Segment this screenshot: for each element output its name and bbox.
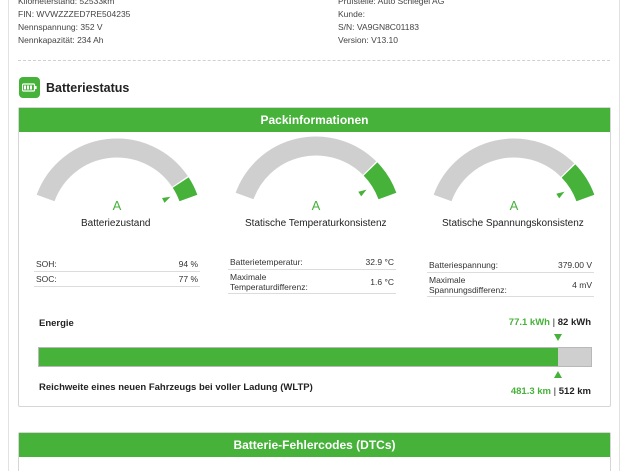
battery-temperature-value: 32.9 °C (365, 256, 394, 267)
gauge-label-temperature: Statische Temperaturkonsistenz (245, 218, 387, 229)
soh-key: SOH: (36, 259, 57, 269)
gauge-track (235, 136, 377, 200)
gauge-temperature-consistency (235, 136, 397, 200)
dtc-header: Batterie-Fehlercodes (DTCs) (19, 433, 610, 457)
table-row: SOH: 94 % (34, 257, 200, 272)
gauge-voltage-consistency (433, 138, 595, 202)
dtc-panel: Batterie-Fehlercodes (DTCs) (18, 432, 611, 471)
range-marker-icon (553, 371, 562, 378)
gauge-track (433, 138, 575, 202)
energy-current: 77.1 kWh (508, 317, 550, 328)
energy-separator: | (552, 317, 556, 328)
table-row: Maximale Temperaturdifferenz: 1.6 °C (228, 270, 396, 294)
max-voltage-diff-value: 4 mV (572, 279, 592, 290)
gauge-fill (172, 177, 198, 202)
table-row: Batteriespannung: 379.00 V (427, 257, 594, 273)
gauge-fill (561, 164, 595, 202)
voltage-table: Batteriespannung: 379.00 V Maximale Span… (427, 257, 594, 297)
energy-label: Energie (39, 318, 74, 329)
max-temperature-diff-value: 1.6 °C (370, 276, 394, 287)
gauge-pointer-icon (358, 189, 367, 197)
energy-marker-icon (553, 334, 562, 341)
energy-bar (38, 347, 592, 367)
range-total: 512 km (558, 386, 591, 397)
range-label: Reichweite eines neuen Fahrzeugs bei vol… (39, 382, 313, 393)
gauge-grade-battery-health: A (112, 198, 122, 213)
soc-key: SOC: (36, 274, 57, 284)
gauge-label-battery-health: Batteriezustand (81, 218, 151, 229)
table-row: SOC: 77 % (34, 272, 200, 287)
gauge-label-voltage: Statische Spannungskonsistenz (442, 218, 584, 229)
gauge-grade-voltage: A (509, 198, 519, 213)
energy-value: 77.1 kWh | 82 kWh (509, 317, 591, 328)
soh-value: 94 % (178, 259, 198, 269)
gauge-pointer-icon (162, 196, 171, 203)
battery-voltage-key: Batteriespannung: (429, 259, 498, 270)
soc-value: 77 % (178, 274, 198, 284)
gauge-battery-health (36, 138, 198, 203)
temperature-table: Batterietemperatur: 32.9 °C Maximale Tem… (228, 254, 396, 294)
battery-voltage-value: 379.00 V (557, 259, 592, 270)
table-row: Maximale Spannungsdifferenz: 4 mV (427, 273, 594, 297)
gauge-grade-temperature: A (311, 198, 321, 213)
range-value: 481.3 km | 512 km (511, 386, 591, 397)
energy-bar-fill (39, 348, 558, 366)
gauge-pointer-icon (556, 191, 565, 199)
soh-soc-table: SOH: 94 % SOC: 77 % (34, 257, 200, 287)
range-current: 481.3 km (510, 386, 552, 397)
max-voltage-diff-key: Maximale Spannungsdifferenz: (429, 274, 507, 295)
gauge-track (36, 138, 188, 202)
energy-total: 82 kWh (557, 317, 591, 328)
range-separator: | (553, 386, 557, 397)
table-row: Batterietemperatur: 32.9 °C (228, 254, 396, 270)
gauge-fill (363, 162, 397, 200)
gauges-layer (36, 136, 595, 203)
max-temperature-diff-key: Maximale Temperaturdifferenz: (230, 271, 308, 292)
battery-temperature-key: Batterietemperatur: (230, 256, 303, 267)
